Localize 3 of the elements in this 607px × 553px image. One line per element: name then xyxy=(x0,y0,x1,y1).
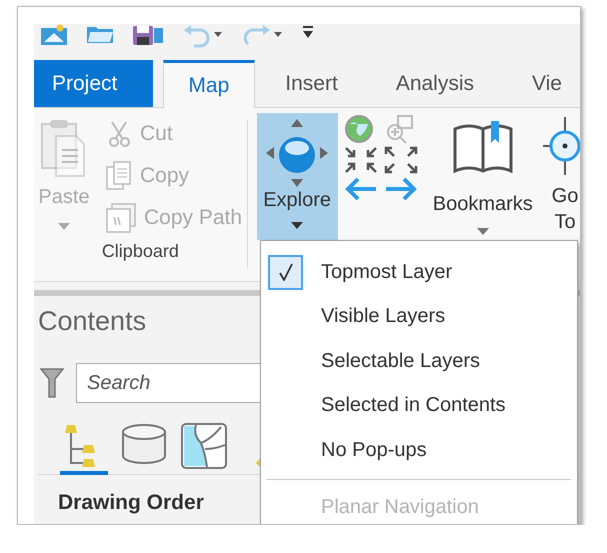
group-label: Clipboard xyxy=(102,241,179,261)
pane-title: Contents xyxy=(38,306,146,337)
section-heading: Drawing Order xyxy=(58,491,204,515)
